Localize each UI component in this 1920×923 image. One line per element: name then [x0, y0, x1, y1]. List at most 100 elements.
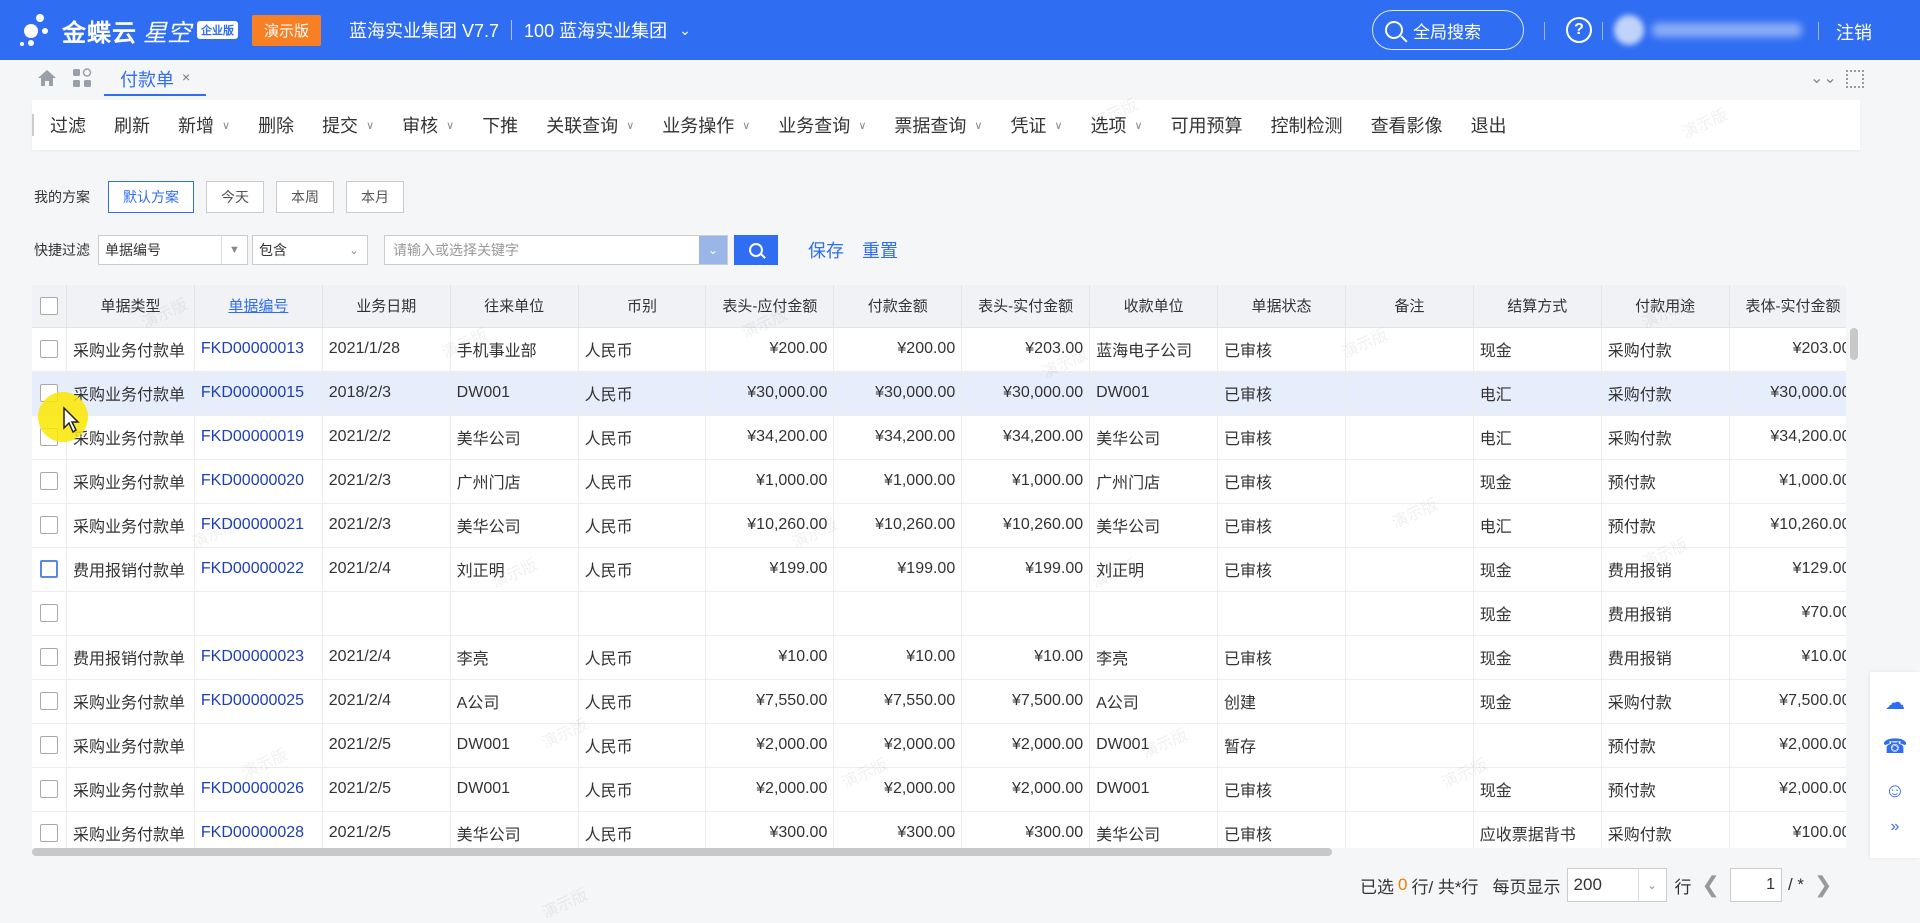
table-cell[interactable]: FKD00000021: [194, 503, 323, 548]
table-row[interactable]: 采购业务付款单 FKD00000025 2021/2/4 A公司 人民币 ¥7,550.0…: [32, 679, 1846, 724]
collapse-double-chevron-icon[interactable]: ⌄⌄: [1810, 68, 1837, 88]
row-checkbox[interactable]: [40, 339, 58, 358]
row-checkbox[interactable]: [40, 515, 58, 534]
search-button[interactable]: [734, 235, 778, 265]
toolbar-item[interactable]: 查看影像: [1357, 112, 1457, 138]
table-cell[interactable]: FKD00000022: [194, 547, 323, 592]
column-header[interactable]: 表体-实付金额: [1729, 285, 1846, 328]
column-header[interactable]: 收款单位: [1089, 285, 1219, 328]
select-all-checkbox[interactable]: [32, 285, 67, 328]
toolbar-item[interactable]: 新增 ∨: [164, 112, 244, 138]
scheme-default-button[interactable]: 默认方案: [108, 181, 194, 213]
table-cell[interactable]: FKD00000020: [194, 459, 323, 504]
table-cell[interactable]: FKD00000015: [194, 371, 323, 416]
table-cell[interactable]: FKD00000026: [194, 767, 323, 812]
tab-payment-order[interactable]: 付款单 ×: [104, 60, 207, 96]
table-row[interactable]: 采购业务付款单 FKD00000019 2021/2/2 美华公司 人民币 ¥34,200…: [32, 415, 1846, 460]
column-header[interactable]: 单据类型: [66, 285, 195, 328]
headset-icon[interactable]: ☎: [1882, 734, 1908, 760]
per-page-select[interactable]: 200 ⌄: [1566, 868, 1667, 902]
toolbar-item[interactable]: 业务查询 ∨: [764, 112, 880, 138]
toolbar-item[interactable]: 可用预算: [1157, 112, 1257, 138]
toolbar-item[interactable]: 提交 ∨: [308, 112, 388, 138]
next-page-icon[interactable]: ❯: [1814, 872, 1832, 898]
table-row[interactable]: 采购业务付款单 FKD00000021 2021/2/3 美华公司 人民币 ¥10,260…: [32, 503, 1846, 548]
toolbar-item[interactable]: 票据查询 ∨: [880, 112, 996, 138]
user-profile[interactable]: [1614, 14, 1814, 46]
brand-logo[interactable]: 金蝶云 星空 企业版: [18, 10, 238, 50]
column-header[interactable]: 币别: [578, 285, 707, 328]
smiley-icon[interactable]: ☺: [1882, 778, 1908, 804]
toolbar-item[interactable]: 选项 ∨: [1077, 112, 1157, 138]
column-header[interactable]: 单据状态: [1217, 285, 1346, 328]
column-header[interactable]: 表头-实付金额: [961, 285, 1091, 328]
toolbar-item[interactable]: 控制检测: [1257, 112, 1357, 138]
home-icon[interactable]: [36, 67, 58, 89]
cloud-icon[interactable]: ☁: [1882, 690, 1908, 716]
row-checkbox[interactable]: [40, 691, 58, 710]
logout-button[interactable]: 注销: [1836, 19, 1872, 45]
keyword-input[interactable]: 请输入或选择关键字 ⌄: [384, 235, 728, 265]
scheme-week-button[interactable]: 本周: [276, 181, 334, 213]
org-chevron-down-icon[interactable]: ⌄: [679, 22, 691, 39]
table-row[interactable]: 采购业务付款单 FKD00000026 2021/2/5 DW001 人民币 ¥2,000…: [32, 767, 1846, 812]
toolbar-item[interactable]: 刷新: [100, 112, 164, 138]
filter-field-select[interactable]: 单据编号 ▼: [98, 235, 248, 265]
column-header[interactable]: 备注: [1345, 285, 1474, 328]
scheme-today-button[interactable]: 今天: [206, 181, 264, 213]
column-header[interactable]: 表头-应付金额: [705, 285, 835, 328]
reset-button[interactable]: 重置: [862, 237, 898, 263]
table-cell[interactable]: FKD00000019: [194, 415, 323, 460]
page-input[interactable]: 1: [1729, 868, 1782, 902]
row-checkbox[interactable]: [40, 471, 58, 490]
apps-icon[interactable]: [72, 68, 92, 88]
scheme-month-button[interactable]: 本月: [346, 181, 404, 213]
toolbar-item[interactable]: 退出: [1457, 112, 1521, 138]
prev-page-icon[interactable]: ❮: [1702, 872, 1720, 898]
toolbar-item[interactable]: 关联查询 ∨: [532, 112, 648, 138]
toolbar-item[interactable]: 下推: [468, 112, 532, 138]
toolbar-item[interactable]: 过滤: [36, 112, 100, 138]
table-row[interactable]: 采购业务付款单 FKD00000013 2021/1/28 手机事业部 人民币 ¥200.…: [32, 327, 1846, 372]
column-header[interactable]: 付款金额: [833, 285, 963, 328]
filter-operator-select[interactable]: 包含 ⌄: [252, 235, 368, 265]
global-search-button[interactable]: 全局搜索: [1372, 10, 1524, 50]
column-header[interactable]: 付款用途: [1601, 285, 1730, 328]
vertical-scrollbar[interactable]: [1850, 328, 1858, 360]
row-checkbox[interactable]: [40, 823, 58, 842]
column-header[interactable]: 往来单位: [450, 285, 579, 328]
row-checkbox[interactable]: [40, 603, 58, 622]
table-cell[interactable]: FKD00000023: [194, 635, 323, 680]
row-checkbox[interactable]: [40, 779, 58, 798]
toolbar-item[interactable]: 业务操作 ∨: [648, 112, 764, 138]
table-row[interactable]: 采购业务付款单 2021/2/5 DW001 人民币 ¥2,000.00 ¥2,000.0…: [32, 723, 1846, 768]
expand-right-icon[interactable]: »: [1882, 814, 1908, 840]
column-header[interactable]: 业务日期: [322, 285, 451, 328]
table-cell[interactable]: [194, 591, 323, 636]
column-header[interactable]: 单据编号: [194, 285, 323, 328]
toolbar-item[interactable]: 审核 ∨: [388, 112, 468, 138]
expand-double-chevron-icon[interactable]: ⌄: [699, 236, 727, 264]
table-row[interactable]: 采购业务付款单 FKD00000020 2021/2/3 广州门店 人民币 ¥1,000.…: [32, 459, 1846, 504]
close-icon[interactable]: ×: [182, 69, 190, 85]
table-cell[interactable]: [194, 723, 323, 768]
table-row[interactable]: 费用报销付款单 FKD00000023 2021/2/4 李亮 人民币 ¥10.00 ¥10…: [32, 635, 1846, 680]
toolbar-item[interactable]: 删除: [244, 112, 308, 138]
row-checkbox[interactable]: [40, 559, 58, 578]
table-cell[interactable]: FKD00000025: [194, 679, 323, 724]
table-row[interactable]: 采购业务付款单 FKD00000028 2021/2/5 美华公司 人民币 ¥300.00…: [32, 811, 1846, 848]
row-checkbox[interactable]: [40, 735, 58, 754]
table-row[interactable]: 现金费用报销¥70.00空: [32, 591, 1846, 636]
fullscreen-icon[interactable]: [1846, 70, 1864, 88]
help-icon[interactable]: ?: [1566, 17, 1592, 43]
column-header[interactable]: 结算方式: [1473, 285, 1602, 328]
table-row[interactable]: 费用报销付款单 FKD00000022 2021/2/4 刘正明 人民币 ¥199.00 ¥…: [32, 547, 1846, 592]
horizontal-scrollbar[interactable]: [32, 848, 1332, 856]
toolbar-item[interactable]: 凭证 ∨: [996, 112, 1076, 138]
row-checkbox[interactable]: [40, 647, 58, 666]
table-row[interactable]: 采购业务付款单 FKD00000015 2018/2/3 DW001 人民币 ¥30,00…: [32, 371, 1846, 416]
table-cell[interactable]: FKD00000028: [194, 811, 323, 848]
table-cell[interactable]: FKD00000013: [194, 327, 323, 372]
org-current[interactable]: 100 蓝海实业集团: [524, 17, 667, 43]
save-button[interactable]: 保存: [808, 237, 844, 263]
